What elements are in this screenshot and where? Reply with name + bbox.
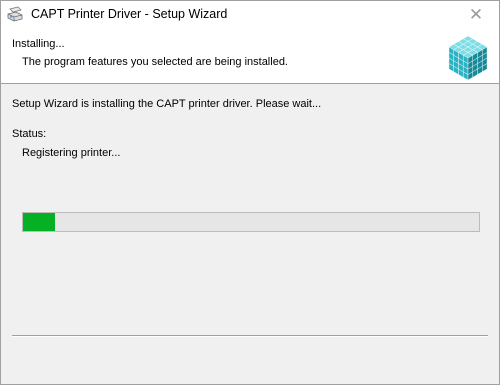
- printer-icon: [7, 6, 23, 22]
- page-subheading: The program features you selected are be…: [22, 56, 288, 68]
- installer-cube-icon: [448, 35, 488, 80]
- wizard-header: Installing... The program features you s…: [1, 29, 499, 84]
- setup-wizard-window: CAPT Printer Driver - Setup Wizard ✕ Ins…: [0, 0, 500, 385]
- title-bar[interactable]: CAPT Printer Driver - Setup Wizard ✕: [1, 1, 499, 29]
- status-text: Registering printer...: [22, 147, 121, 159]
- footer-divider: [12, 335, 488, 337]
- page-heading: Installing...: [12, 38, 65, 50]
- install-progress-bar: [22, 212, 480, 232]
- progress-fill: [23, 213, 55, 231]
- window-title: CAPT Printer Driver - Setup Wizard: [31, 7, 228, 21]
- close-button[interactable]: ✕: [453, 1, 499, 29]
- close-icon: ✕: [468, 5, 484, 24]
- status-label: Status:: [12, 128, 47, 140]
- install-message: Setup Wizard is installing the CAPT prin…: [12, 98, 322, 110]
